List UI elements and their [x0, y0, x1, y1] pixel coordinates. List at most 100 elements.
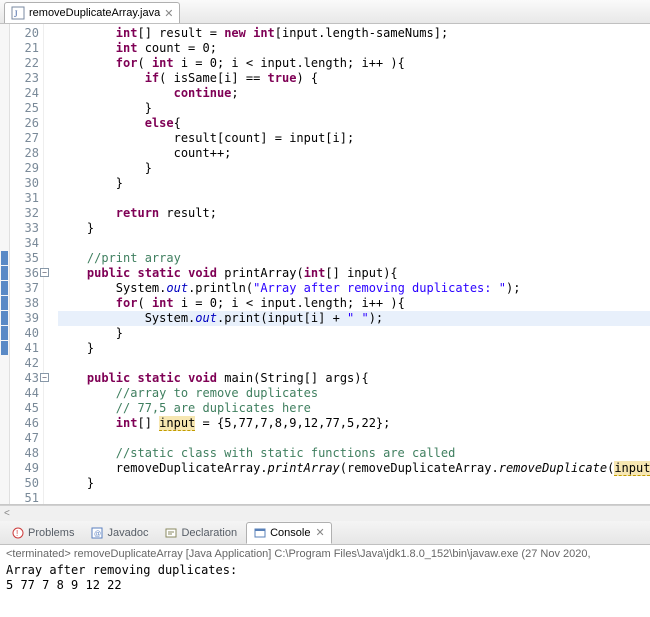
line-number: 21 — [10, 41, 39, 56]
svg-text:@: @ — [94, 531, 101, 538]
line-number: 45 — [10, 401, 39, 416]
tab-javadoc-label: Javadoc — [107, 527, 148, 539]
code-line[interactable]: //print array — [58, 251, 650, 266]
line-number: 35 — [10, 251, 39, 266]
code-line[interactable]: else{ — [58, 116, 650, 131]
line-number: 31 — [10, 191, 39, 206]
code-line[interactable]: result[count] = input[i]; — [58, 131, 650, 146]
code-line[interactable]: // 77,5 are duplicates here — [58, 401, 650, 416]
line-number: 26 — [10, 116, 39, 131]
tab-console-label: Console — [270, 527, 310, 539]
code-line[interactable]: } — [58, 476, 650, 491]
editor-tab-file[interactable]: J removeDuplicateArray.java ✕ — [4, 2, 180, 23]
change-marker — [1, 251, 8, 265]
tab-declaration[interactable]: Declaration — [157, 522, 244, 544]
scroll-left-icon[interactable]: < — [4, 508, 10, 519]
code-editor[interactable]: 2021222324252627282930313233343536−37383… — [0, 24, 650, 505]
code-line[interactable]: int[] input = {5,77,7,8,9,12,77,5,22}; — [58, 416, 650, 431]
code-line[interactable]: } — [58, 161, 650, 176]
code-line[interactable]: removeDuplicateArray.printArray(removeDu… — [58, 461, 650, 476]
javadoc-icon: @ — [90, 526, 104, 540]
code-line[interactable]: count++; — [58, 146, 650, 161]
line-number: 43− — [10, 371, 39, 386]
line-number: 24 — [10, 86, 39, 101]
horizontal-scrollbar[interactable]: < — [0, 505, 650, 521]
line-number: 49 — [10, 461, 39, 476]
line-number: 38 — [10, 296, 39, 311]
close-icon[interactable]: ✕ — [164, 7, 173, 20]
console-line: 5 77 7 8 9 12 22 — [6, 578, 644, 593]
code-line[interactable]: continue; — [58, 86, 650, 101]
line-number: 32 — [10, 206, 39, 221]
code-area[interactable]: int[] result = new int[input.length-same… — [44, 24, 650, 504]
console-output[interactable]: Array after removing duplicates: 5 77 7 … — [0, 563, 650, 593]
code-line[interactable]: //static class with static functions are… — [58, 446, 650, 461]
line-number-gutter: 2021222324252627282930313233343536−37383… — [10, 24, 44, 504]
line-number: 48 — [10, 446, 39, 461]
code-line[interactable]: System.out.println("Array after removing… — [58, 281, 650, 296]
code-line[interactable]: public static void main(String[] args){ — [58, 371, 650, 386]
code-line[interactable]: System.out.print(input[i] + " "); — [58, 311, 650, 326]
line-number: 30 — [10, 176, 39, 191]
console-icon — [253, 526, 267, 540]
line-number: 33 — [10, 221, 39, 236]
views-tab-bar: ! Problems @ Javadoc Declaration Console… — [0, 521, 650, 545]
tab-problems[interactable]: ! Problems — [4, 522, 81, 544]
line-number: 27 — [10, 131, 39, 146]
change-marker — [1, 296, 8, 310]
line-number: 22 — [10, 56, 39, 71]
line-number: 25 — [10, 101, 39, 116]
line-number: 29 — [10, 161, 39, 176]
code-line[interactable]: int[] result = new int[input.length-same… — [58, 26, 650, 41]
line-number: 42 — [10, 356, 39, 371]
line-number: 41 — [10, 341, 39, 356]
code-line[interactable] — [58, 236, 650, 251]
code-line[interactable] — [58, 491, 650, 504]
line-number: 36− — [10, 266, 39, 281]
code-line[interactable]: public static void printArray(int[] inpu… — [58, 266, 650, 281]
tab-javadoc[interactable]: @ Javadoc — [83, 522, 155, 544]
marker-bar — [0, 24, 10, 504]
code-line[interactable]: } — [58, 176, 650, 191]
editor-tab-bar: J removeDuplicateArray.java ✕ — [0, 0, 650, 24]
svg-text:J: J — [14, 9, 18, 19]
change-marker — [1, 326, 8, 340]
close-icon[interactable]: ✕ — [315, 526, 324, 539]
tab-problems-label: Problems — [28, 527, 74, 539]
line-number: 28 — [10, 146, 39, 161]
code-line[interactable]: for( int i = 0; i < input.length; i++ ){ — [58, 296, 650, 311]
code-line[interactable] — [58, 191, 650, 206]
tab-declaration-label: Declaration — [181, 527, 237, 539]
line-number: 44 — [10, 386, 39, 401]
problems-icon: ! — [11, 526, 25, 540]
code-line[interactable] — [58, 356, 650, 371]
change-marker — [1, 311, 8, 325]
declaration-icon — [164, 526, 178, 540]
code-line[interactable]: return result; — [58, 206, 650, 221]
line-number: 46 — [10, 416, 39, 431]
code-line[interactable]: } — [58, 101, 650, 116]
code-line[interactable] — [58, 431, 650, 446]
tab-console[interactable]: Console ✕ — [246, 522, 332, 544]
change-marker — [1, 281, 8, 295]
editor-tab-label: removeDuplicateArray.java — [29, 7, 160, 19]
change-marker — [1, 341, 8, 355]
line-number: 40 — [10, 326, 39, 341]
code-line[interactable]: int count = 0; — [58, 41, 650, 56]
code-line[interactable]: //array to remove duplicates — [58, 386, 650, 401]
code-line[interactable]: } — [58, 221, 650, 236]
java-file-icon: J — [11, 6, 25, 20]
code-line[interactable]: for( int i = 0; i < input.length; i++ ){ — [58, 56, 650, 71]
code-line[interactable]: } — [58, 341, 650, 356]
line-number: 37 — [10, 281, 39, 296]
line-number: 50 — [10, 476, 39, 491]
line-number: 34 — [10, 236, 39, 251]
code-line[interactable]: } — [58, 326, 650, 341]
line-number: 51 — [10, 491, 39, 505]
line-number: 23 — [10, 71, 39, 86]
code-line[interactable]: if( isSame[i] == true) { — [58, 71, 650, 86]
line-number: 39 — [10, 311, 39, 326]
line-number: 47 — [10, 431, 39, 446]
svg-text:!: ! — [16, 529, 18, 538]
line-number: 20 — [10, 26, 39, 41]
